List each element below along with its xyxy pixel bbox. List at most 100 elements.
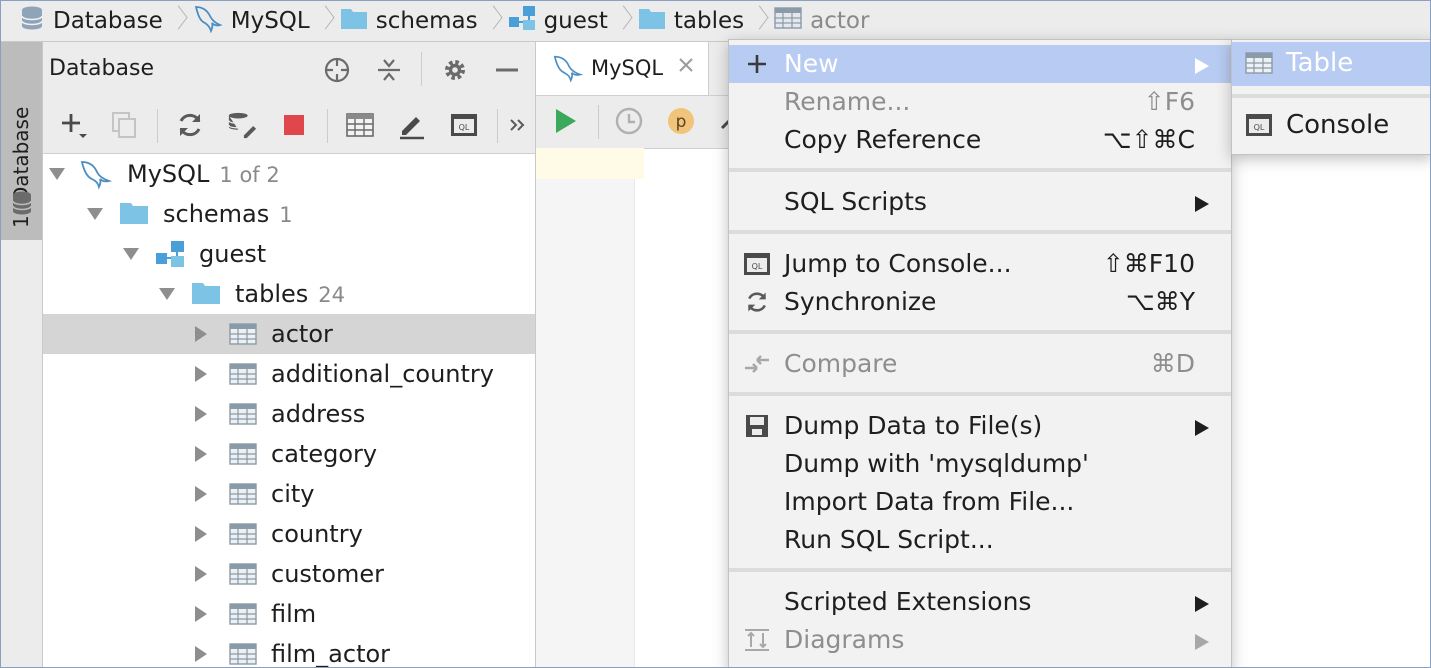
breadcrumb-label: actor xyxy=(810,8,870,34)
refresh-icon[interactable] xyxy=(175,110,205,140)
schema-icon xyxy=(508,5,536,37)
tree-node-guest[interactable]: guest xyxy=(43,234,535,274)
tree-node-mysql[interactable]: MySQL 1 of 2 xyxy=(43,154,535,194)
tree-node-table[interactable]: film xyxy=(43,594,535,634)
menu-item-diagrams[interactable]: Diagrams xyxy=(729,621,1231,659)
menu-item-run-sql-script[interactable]: Run SQL Script... xyxy=(729,521,1231,559)
expand-arrow-icon[interactable] xyxy=(195,526,207,542)
tree-node-table[interactable]: actor xyxy=(43,314,535,354)
tree-node-label: category xyxy=(271,440,378,468)
add-icon[interactable] xyxy=(59,110,89,140)
breadcrumb-actor[interactable]: actor xyxy=(766,1,869,41)
edit-icon[interactable] xyxy=(397,110,427,140)
mysql-dolphin-icon xyxy=(552,52,584,89)
menu-item-shortcut: ⌘D xyxy=(1150,349,1195,378)
menu-separator xyxy=(1232,94,1430,98)
tree-node-label: schemas 1 xyxy=(163,200,293,228)
expand-arrow-icon[interactable] xyxy=(195,486,207,502)
menu-item-sql-scripts[interactable]: SQL Scripts xyxy=(729,183,1231,221)
expand-arrow-icon[interactable] xyxy=(195,446,207,462)
tree-node-label: actor xyxy=(271,320,333,348)
expand-arrow-icon[interactable] xyxy=(195,646,207,662)
tree-node-table[interactable]: city xyxy=(43,474,535,514)
collapse-all-icon[interactable] xyxy=(375,56,403,84)
more-icon[interactable] xyxy=(503,110,533,140)
tables-label: tables xyxy=(235,280,309,308)
table-icon xyxy=(229,442,257,472)
database-panel-header: Database xyxy=(43,42,535,97)
menu-item-dump-data[interactable]: Dump Data to File(s) xyxy=(729,407,1231,445)
menu-item-synchronize[interactable]: Synchronize ⌥⌘Y xyxy=(729,283,1231,321)
node-count: 1 xyxy=(279,203,293,227)
submenu-item-table[interactable]: Table xyxy=(1232,42,1430,86)
expand-arrow-icon[interactable] xyxy=(49,168,65,180)
menu-item-rename[interactable]: Rename... ⇧F6 xyxy=(729,83,1231,121)
expand-arrow-icon[interactable] xyxy=(159,288,175,300)
table-icon xyxy=(1245,51,1273,82)
menu-item-dump-mysqldump[interactable]: Dump with 'mysqldump' xyxy=(729,445,1231,483)
context-menu: New Rename... ⇧F6 Copy Reference ⌥⇧⌘C SQ… xyxy=(728,39,1232,667)
tree-node-table[interactable]: additional_country xyxy=(43,354,535,394)
database-tool-window-tab[interactable]: 1: Database xyxy=(1,42,42,240)
menu-item-new[interactable]: New xyxy=(729,45,1231,83)
tree-node-schemas[interactable]: schemas 1 xyxy=(43,194,535,234)
properties-icon[interactable] xyxy=(227,110,257,140)
menu-item-label: Dump with 'mysqldump' xyxy=(784,449,1089,478)
submenu-item-console[interactable]: QL Console xyxy=(1232,104,1430,148)
expand-arrow-icon[interactable] xyxy=(195,566,207,582)
tab-mysql-console[interactable]: MySQL xyxy=(536,42,709,95)
table-icon xyxy=(229,322,257,352)
breadcrumb-database[interactable]: Database xyxy=(1,1,163,41)
menu-item-label: Synchronize xyxy=(784,287,937,316)
breadcrumb-schemas[interactable]: schemas xyxy=(332,1,478,41)
gear-icon[interactable] xyxy=(441,56,469,84)
p-icon[interactable]: p xyxy=(666,106,696,136)
menu-item-label: Import Data from File... xyxy=(784,487,1075,516)
menu-item-scripted-extensions[interactable]: Scripted Extensions xyxy=(729,583,1231,621)
duplicate-icon[interactable] xyxy=(109,110,139,140)
submenu-arrow-icon xyxy=(1195,634,1209,650)
menu-item-jump-to-console[interactable]: QL Jump to Console... ⇧⌘F10 xyxy=(729,245,1231,283)
history-icon[interactable] xyxy=(614,106,644,136)
expand-arrow-icon[interactable] xyxy=(195,326,207,342)
mysql-dolphin-icon xyxy=(193,3,223,39)
breadcrumb-tables[interactable]: tables xyxy=(630,1,744,41)
breadcrumb-label: tables xyxy=(673,8,745,34)
expand-arrow-icon[interactable] xyxy=(195,406,207,422)
tree-node-table[interactable]: film_actor xyxy=(43,634,535,667)
console-icon[interactable]: QL xyxy=(449,110,479,140)
tree-node-table[interactable]: address xyxy=(43,394,535,434)
tree-node-table[interactable]: category xyxy=(43,434,535,474)
table-view-icon[interactable] xyxy=(345,110,375,140)
compare-icon xyxy=(743,350,771,378)
menu-item-label: Scripted Extensions xyxy=(784,587,1032,616)
breadcrumb-guest[interactable]: guest xyxy=(500,1,608,41)
stop-icon[interactable] xyxy=(279,110,309,140)
tree-node-table[interactable]: customer xyxy=(43,554,535,594)
menu-item-import-data[interactable]: Import Data from File... xyxy=(729,483,1231,521)
menu-item-label: New xyxy=(784,49,839,78)
menu-item-shortcut: ⌥⇧⌘C xyxy=(1102,125,1195,154)
menu-separator xyxy=(729,330,1231,334)
run-icon[interactable] xyxy=(550,106,580,136)
breadcrumb-mysql[interactable]: MySQL xyxy=(185,1,310,41)
expand-arrow-icon[interactable] xyxy=(195,606,207,622)
tree-node-table[interactable]: country xyxy=(43,514,535,554)
breadcrumb: Database MySQL schemas guest tables acto… xyxy=(1,1,1430,42)
crosshair-icon[interactable] xyxy=(323,56,351,84)
minimize-icon[interactable] xyxy=(493,56,521,84)
close-icon[interactable] xyxy=(676,55,696,80)
menu-item-compare[interactable]: Compare ⌘D xyxy=(729,345,1231,383)
tree-node-tables[interactable]: tables 24 xyxy=(43,274,535,314)
database-icon xyxy=(11,190,33,220)
expand-arrow-icon[interactable] xyxy=(123,248,139,260)
expand-arrow-icon[interactable] xyxy=(195,366,207,382)
toolbar-separator xyxy=(327,109,328,143)
database-panel: Database QL MySQL 1 of 2 schemas 1 guest… xyxy=(43,42,536,667)
table-icon xyxy=(229,362,257,392)
tab-label: MySQL xyxy=(591,56,664,80)
submenu-arrow-icon xyxy=(1195,420,1209,436)
expand-arrow-icon[interactable] xyxy=(87,208,103,220)
menu-item-copy-reference[interactable]: Copy Reference ⌥⇧⌘C xyxy=(729,121,1231,159)
breadcrumb-separator xyxy=(752,1,766,41)
